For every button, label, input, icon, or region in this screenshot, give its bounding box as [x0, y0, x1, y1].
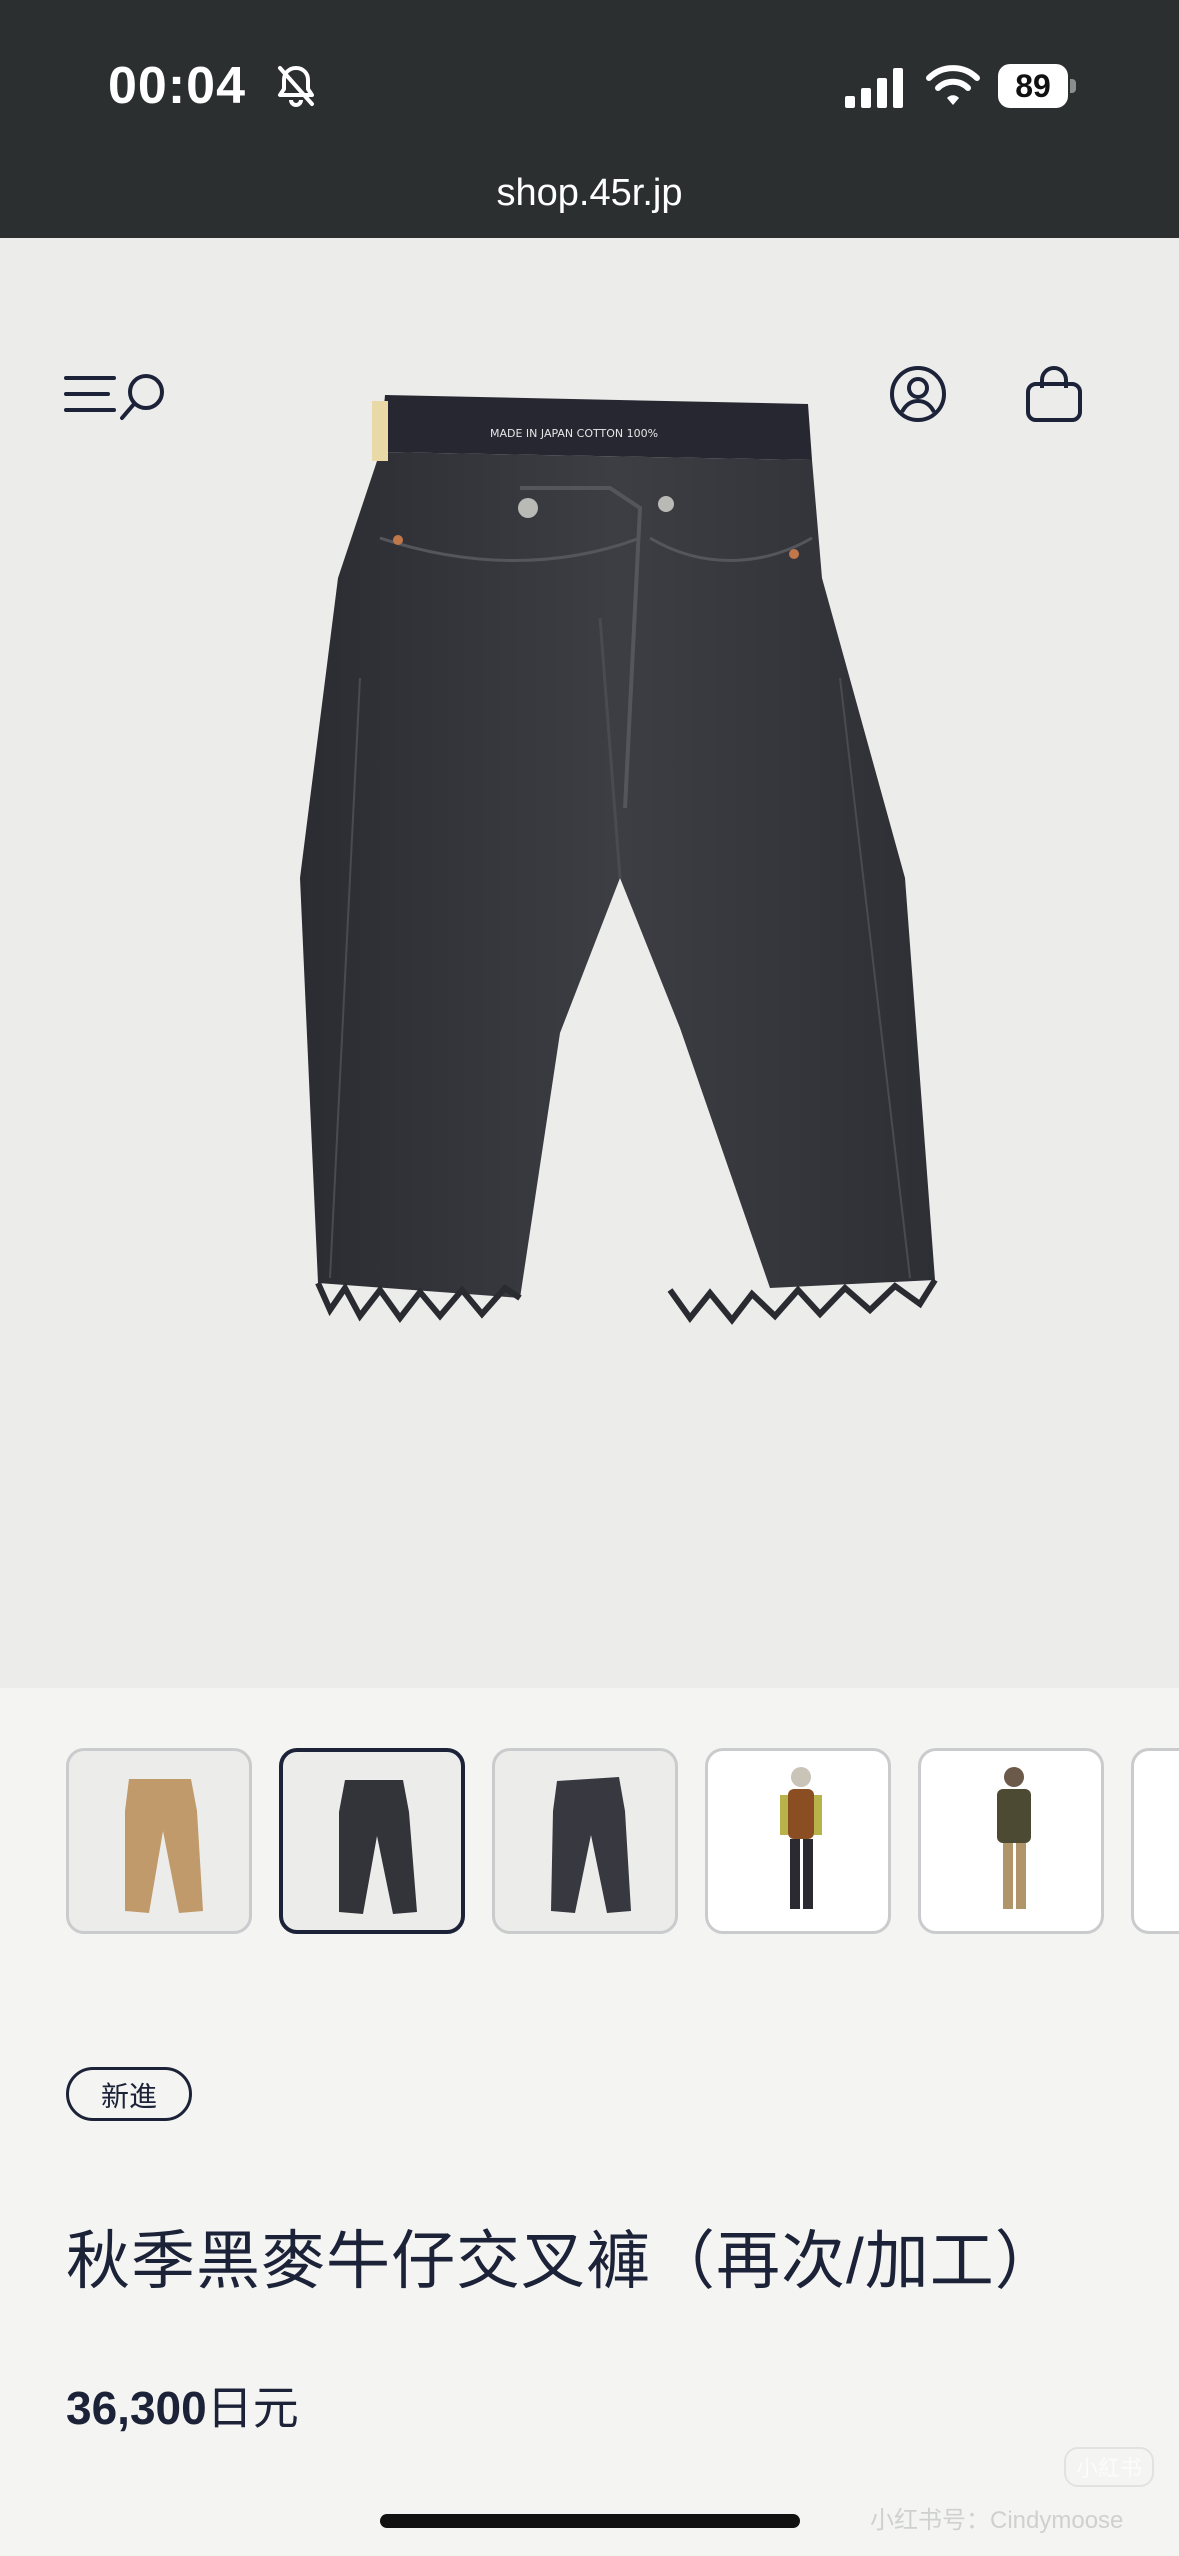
wifi-icon: [926, 65, 980, 105]
product-hero-image[interactable]: MADE IN JAPAN COTTON 100%: [0, 238, 1179, 1688]
search-icon[interactable]: [116, 370, 172, 422]
price-unit: 日元: [206, 2382, 299, 2434]
battery-level: 89: [1015, 68, 1051, 104]
new-badge: 新進: [66, 2067, 192, 2121]
jeans-image: MADE IN JAPAN COTTON 100%: [300, 395, 938, 1325]
jeans-label: MADE IN JAPAN COTTON 100%: [490, 427, 658, 440]
home-indicator[interactable]: [380, 2514, 800, 2528]
status-time: 00:04: [108, 57, 246, 115]
menu-icon[interactable]: [64, 372, 120, 416]
price-number: 36,300: [66, 2382, 207, 2434]
battery-icon: 89: [998, 64, 1076, 108]
cart-icon[interactable]: [1024, 362, 1084, 424]
thumbnail-black-jeans-back[interactable]: [492, 1748, 678, 1934]
thumbnail-model-olive-jacket[interactable]: [918, 1748, 1104, 1934]
thumbnail-black-jeans-front[interactable]: [279, 1748, 465, 1934]
address-bar-url[interactable]: shop.45r.jp: [0, 172, 1179, 215]
product-title: 秋季黑麥牛仔交叉褲（再次/加工）: [66, 2225, 1060, 2297]
account-icon[interactable]: [888, 364, 948, 424]
product-price: 36,300日元: [66, 2372, 299, 2438]
thumbnail-beige-pants[interactable]: [66, 1748, 252, 1934]
cellular-signal-icon: [845, 68, 903, 108]
watermark-badge: 小紅书: [1064, 2447, 1155, 2487]
thumbnail-partial[interactable]: [1131, 1748, 1179, 1934]
watermark-text: 小红书号：Cindymoose: [870, 2507, 1124, 2534]
status-bar: 00:04 89 shop.45r.jp: [0, 0, 1179, 238]
thumbnail-model-orange-vest[interactable]: [705, 1748, 891, 1934]
thumbnail-gallery: [0, 1748, 1179, 1940]
bell-muted-icon: [278, 66, 314, 107]
